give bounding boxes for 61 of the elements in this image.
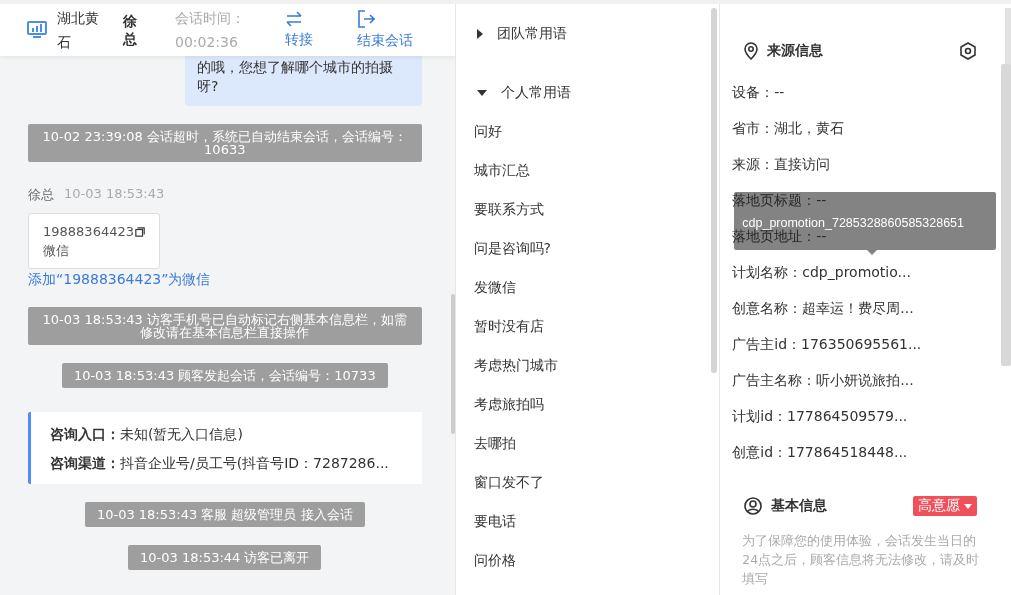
source-field: 创意id：177864518448... xyxy=(720,442,908,462)
section-title: 来源信息 xyxy=(767,42,824,60)
phrase-item[interactable]: 问是咨询吗? xyxy=(455,238,551,258)
contact-type: 微信 xyxy=(43,242,70,260)
system-notice: 10-03 18:53:44 访客已离开 xyxy=(128,545,322,570)
phrase-item[interactable]: 发微信 xyxy=(455,277,516,297)
exit-icon xyxy=(357,10,375,28)
system-notice: 10-03 18:53:43 顾客发起会话，会话编号：10733 xyxy=(61,363,388,388)
source-field: 创意名称：超幸运！费尽周... xyxy=(720,298,914,318)
info-label: 咨询渠道： xyxy=(50,455,120,471)
phrase-item[interactable]: 考虑热门城市 xyxy=(455,355,558,375)
phone-number: 19888364423 xyxy=(43,223,134,241)
info-value: 抖音企业号/员工号(抖音号ID：7287286... xyxy=(120,455,389,471)
phrase-item[interactable]: 窗口发不了 xyxy=(455,472,544,492)
info-value: 未知(暂无入口信息) xyxy=(120,426,243,442)
phrase-group[interactable]: 个人常用语 xyxy=(455,83,571,103)
monitor-icon xyxy=(27,21,47,39)
user-icon xyxy=(744,497,763,515)
system-notice: 10-02 23:39:08 会话超时，系统已自动结束会话，会话编号：10633 xyxy=(28,124,422,162)
system-notice: 10-03 18:53:43 客服 超级管理员 接入会话 xyxy=(84,502,365,527)
notice-text: 为了保障您的使用体验，会话发生当日的24点之后，顾客信息将无法修改，请及时填写 xyxy=(741,532,981,588)
source-field: 广告主名称：听小妍说旅拍... xyxy=(720,370,914,390)
sender-name: 徐总 xyxy=(28,186,54,204)
end-session-button[interactable]: 结束会话 xyxy=(357,10,413,50)
settings-icon[interactable] xyxy=(959,42,977,60)
info-label: 咨询入口： xyxy=(50,426,120,442)
section-title: 基本信息 xyxy=(771,497,828,515)
copy-icon[interactable] xyxy=(135,225,145,238)
source-field: 计划id：177864509579... xyxy=(720,406,908,426)
message-time: 10-03 18:53:43 xyxy=(64,186,165,203)
location-pin-icon xyxy=(744,42,759,60)
system-notice: 10-03 18:53:43 访客手机号已自动标记右侧基本信息栏，如需修改请在基本信息栏直接操作 xyxy=(28,307,422,345)
scrollbar[interactable] xyxy=(711,8,718,373)
intent-dropdown[interactable]: 高意愿 xyxy=(913,496,977,516)
add-wechat-link[interactable]: 添加“19888364423”为微信 xyxy=(28,271,422,289)
session-timer: 00:02:36 xyxy=(175,33,239,52)
phrase-item[interactable]: 问价格 xyxy=(455,550,516,570)
swap-icon xyxy=(285,11,303,27)
source-field: 计划名称：cdp_promotio... xyxy=(720,262,911,282)
timer-label: 会话时间： xyxy=(175,9,246,28)
source-field: 设备：-- xyxy=(720,82,785,102)
source-field: 省市：湖北，黄石 xyxy=(720,118,845,138)
visitor-location: 湖北黄石 xyxy=(57,9,100,52)
phrase-item[interactable]: 要电话 xyxy=(455,511,516,531)
caret-down-icon xyxy=(476,90,487,96)
scrollbar[interactable] xyxy=(1001,64,1011,366)
caret-down-icon xyxy=(964,503,972,509)
caret-right-icon xyxy=(476,29,483,39)
phrase-group[interactable]: 团队常用语 xyxy=(455,24,567,44)
phrase-item[interactable]: 问好 xyxy=(455,121,502,141)
phrase-item[interactable]: 暂时没有店 xyxy=(455,316,544,336)
source-field: 广告主id：176350695561... xyxy=(720,334,922,354)
transfer-button[interactable]: 转接 xyxy=(285,11,357,49)
scrollbar[interactable] xyxy=(450,294,455,434)
phrase-item[interactable]: 城市汇总 xyxy=(455,160,530,180)
phrase-item[interactable]: 考虑旅拍吗 xyxy=(455,394,544,414)
source-field: 来源：直接访问 xyxy=(720,154,831,174)
phrase-item[interactable]: 去哪拍 xyxy=(455,433,516,453)
phrase-item[interactable]: 要联系方式 xyxy=(455,199,544,219)
customer-name: 徐总 xyxy=(123,12,138,48)
agent-message: 的哦，您想了解哪个城市的拍摄呀? xyxy=(185,56,422,106)
